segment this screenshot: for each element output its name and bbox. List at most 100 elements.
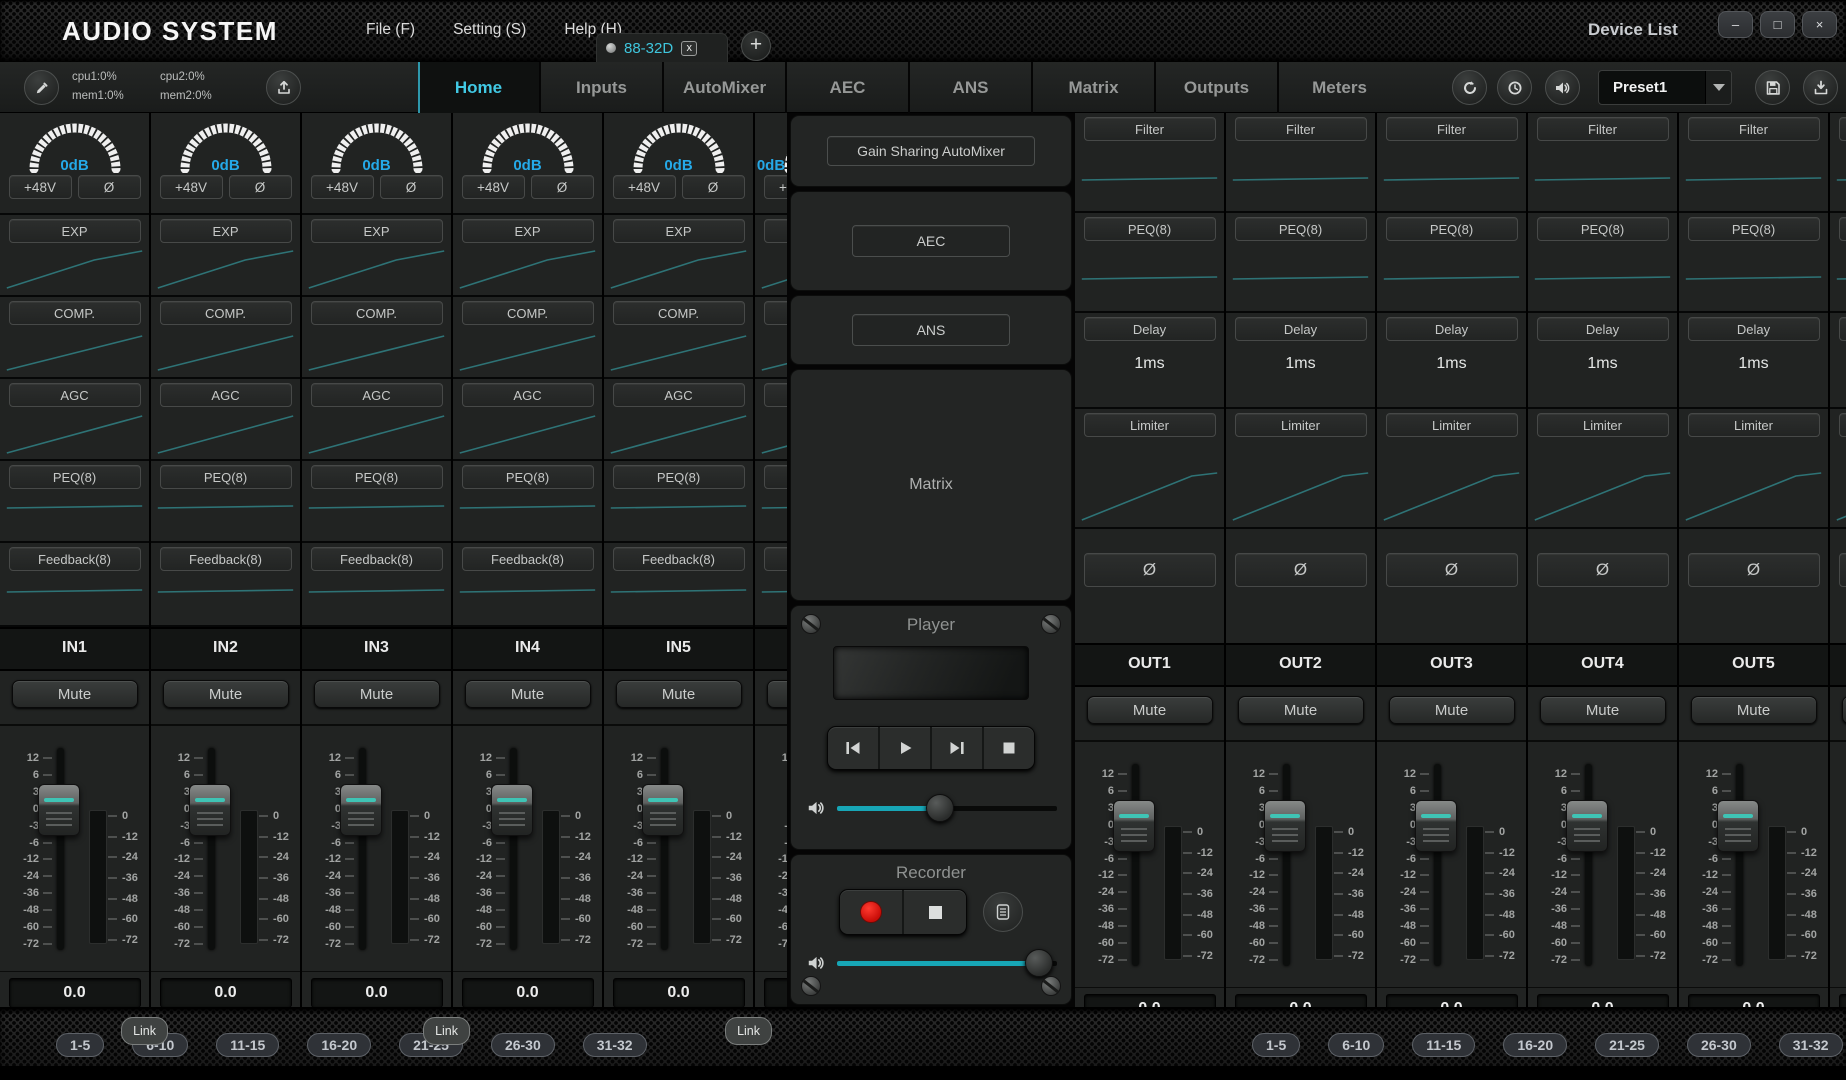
- peq-button[interactable]: PEQ(8): [1839, 217, 1846, 241]
- matrix-panel[interactable]: Matrix: [790, 369, 1072, 601]
- phase-invert-button[interactable]: Ø: [1688, 553, 1820, 587]
- feedback-button[interactable]: Feedback(8): [462, 547, 594, 571]
- filter-button[interactable]: Filter: [1839, 117, 1846, 141]
- recorder-stop-button[interactable]: [902, 890, 966, 934]
- tab-item[interactable]: Meters: [1277, 62, 1400, 113]
- filter-button[interactable]: Filter: [1386, 117, 1518, 141]
- mute-button[interactable]: Mute: [616, 680, 742, 708]
- preset-select[interactable]: Preset1: [1598, 70, 1732, 105]
- link-button[interactable]: Link: [121, 1017, 168, 1045]
- mute-all-button[interactable]: [1545, 70, 1580, 105]
- agc-button[interactable]: AGC: [160, 383, 292, 407]
- comp-button[interactable]: COMP.: [462, 301, 594, 325]
- fader-track[interactable]: [510, 748, 517, 950]
- delay-button[interactable]: Delay: [1688, 317, 1820, 341]
- exp-button[interactable]: EXP: [613, 219, 745, 243]
- fader-track[interactable]: [1283, 764, 1290, 966]
- fader-knob[interactable]: [340, 784, 382, 836]
- page-range-button[interactable]: 6-10: [1328, 1033, 1384, 1057]
- peq-button[interactable]: PEQ(8): [1084, 217, 1216, 241]
- feedback-button[interactable]: Feedback(8): [160, 547, 292, 571]
- agc-button[interactable]: AGC: [764, 383, 788, 407]
- gain-value-box[interactable]: 0.0: [311, 978, 443, 1008]
- aec-button[interactable]: AEC: [852, 225, 1010, 257]
- fader-knob[interactable]: [189, 784, 231, 836]
- phase-invert-button[interactable]: Ø: [229, 175, 292, 199]
- page-range-button[interactable]: 16-20: [307, 1033, 371, 1057]
- mute-button[interactable]: Mute: [314, 680, 440, 708]
- device-list-label[interactable]: Device List: [1588, 20, 1678, 40]
- tab-item[interactable]: Home: [418, 62, 539, 113]
- delay-button[interactable]: Delay: [1839, 317, 1846, 341]
- limiter-button[interactable]: Limiter: [1839, 413, 1846, 437]
- close-button[interactable]: ×: [1802, 11, 1837, 38]
- tab-item[interactable]: Inputs: [539, 62, 662, 113]
- edit-button[interactable]: [24, 70, 59, 105]
- device-tab-close-icon[interactable]: x: [681, 41, 697, 56]
- comp-button[interactable]: COMP.: [613, 301, 745, 325]
- phase-invert-button[interactable]: Ø: [78, 175, 141, 199]
- preset-dropdown-button[interactable]: [1705, 71, 1731, 104]
- fader-knob[interactable]: [1264, 800, 1306, 852]
- peq-button[interactable]: PEQ(8): [764, 465, 788, 489]
- page-range-button[interactable]: 1-5: [56, 1033, 104, 1057]
- fader-track[interactable]: [1736, 764, 1743, 966]
- tab-item[interactable]: AEC: [785, 62, 908, 113]
- fader-track[interactable]: [359, 748, 366, 950]
- reset-button[interactable]: [1452, 70, 1487, 105]
- agc-button[interactable]: AGC: [462, 383, 594, 407]
- gain-value-box[interactable]: 0.0: [1084, 994, 1216, 1007]
- mute-button[interactable]: Mute: [1691, 696, 1817, 724]
- upload-button[interactable]: [266, 70, 301, 105]
- filter-button[interactable]: Filter: [1084, 117, 1216, 141]
- page-range-button[interactable]: 31-32: [583, 1033, 647, 1057]
- page-range-button[interactable]: 1-5: [1252, 1033, 1300, 1057]
- gain-value-box[interactable]: [764, 978, 788, 1007]
- fader-track[interactable]: [208, 748, 215, 950]
- tab-item[interactable]: AutoMixer: [662, 62, 785, 113]
- fader-knob[interactable]: [1566, 800, 1608, 852]
- recorder-volume-knob[interactable]: [1025, 949, 1053, 977]
- peq-button[interactable]: PEQ(8): [1235, 217, 1367, 241]
- limiter-button[interactable]: Limiter: [1688, 413, 1820, 437]
- gain-value-box[interactable]: [1839, 994, 1846, 1007]
- fader-track[interactable]: [1434, 764, 1441, 966]
- exp-button[interactable]: EXP: [311, 219, 443, 243]
- gain-value-box[interactable]: 0.0: [613, 978, 745, 1008]
- fader-knob[interactable]: [1415, 800, 1457, 852]
- phase-invert-button[interactable]: Ø: [1235, 553, 1367, 587]
- fader-knob[interactable]: [38, 784, 80, 836]
- tab-item[interactable]: Outputs: [1154, 62, 1277, 113]
- peq-button[interactable]: PEQ(8): [1537, 217, 1669, 241]
- menu-item[interactable]: Setting (S): [453, 21, 526, 39]
- mute-button[interactable]: Mute: [1842, 696, 1846, 724]
- phantom-48v-button[interactable]: +48V: [462, 175, 525, 199]
- previous-track-button[interactable]: [828, 727, 878, 769]
- recorder-volume-slider[interactable]: [837, 961, 1057, 966]
- ans-button[interactable]: ANS: [852, 314, 1010, 346]
- gain-sharing-automixer-button[interactable]: Gain Sharing AutoMixer: [827, 136, 1035, 166]
- mute-button[interactable]: Mute: [1087, 696, 1213, 724]
- save-preset-button[interactable]: [1755, 70, 1790, 105]
- page-range-button[interactable]: 21-25: [1595, 1033, 1659, 1057]
- mute-button[interactable]: Mute: [1540, 696, 1666, 724]
- fader-knob[interactable]: [491, 784, 533, 836]
- export-preset-button[interactable]: [1803, 70, 1838, 105]
- phase-invert-button[interactable]: Ø: [1537, 553, 1669, 587]
- phantom-48v-button[interactable]: +48V: [764, 175, 788, 199]
- add-device-button[interactable]: +: [741, 31, 771, 61]
- peq-button[interactable]: PEQ(8): [613, 465, 745, 489]
- gain-value-box[interactable]: 0.0: [160, 978, 292, 1008]
- comp-button[interactable]: COMP.: [9, 301, 141, 325]
- tab-item[interactable]: ANS: [908, 62, 1031, 113]
- agc-button[interactable]: AGC: [9, 383, 141, 407]
- tab-item[interactable]: Matrix: [1031, 62, 1154, 113]
- feedback-button[interactable]: Feedback(8): [764, 547, 788, 571]
- phantom-48v-button[interactable]: +48V: [613, 175, 676, 199]
- mute-button[interactable]: Mute: [767, 680, 788, 708]
- mute-button[interactable]: Mute: [12, 680, 138, 708]
- agc-button[interactable]: AGC: [613, 383, 745, 407]
- limiter-button[interactable]: Limiter: [1537, 413, 1669, 437]
- mute-button[interactable]: Mute: [1238, 696, 1364, 724]
- comp-button[interactable]: COMP.: [160, 301, 292, 325]
